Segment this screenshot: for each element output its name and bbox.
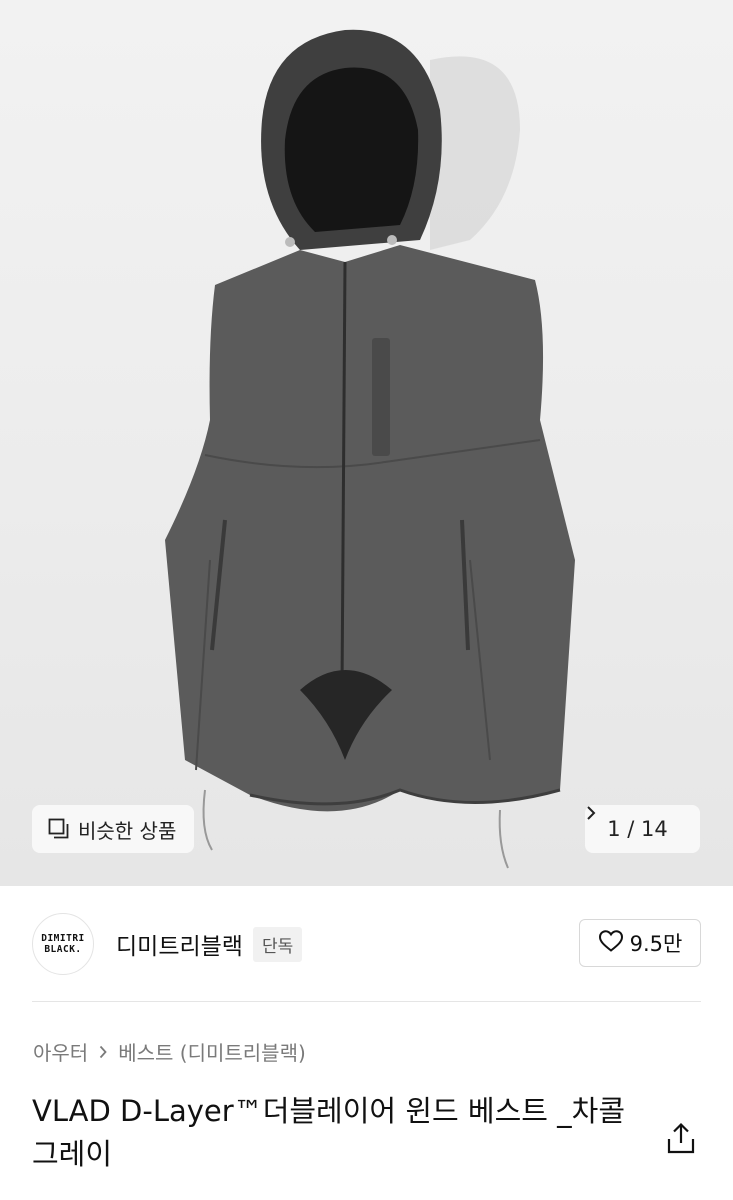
product-image-gallery[interactable]: 비슷한 상품 1 / 14 [0,0,733,886]
image-counter-button[interactable]: 1 / 14 [585,805,700,853]
breadcrumb-category[interactable]: 아우터 [33,1037,88,1066]
breadcrumb: 아우터 베스트 (디미트리블랙) [33,1037,306,1066]
current-page: 1 [607,817,621,841]
heart-outline-icon [598,929,624,958]
brand-name-link[interactable]: 디미트리블랙 [116,927,243,961]
brand-logo[interactable]: DIMITRI BLACK. [32,913,94,975]
divider [32,1001,701,1002]
similar-products-icon [48,818,70,840]
brand-row: DIMITRI BLACK. 디미트리블랙 단독 9.5만 [32,913,701,975]
product-title: VLAD D-Layer™더블레이어 윈드 베스트 _차콜 그레이 [32,1094,626,1171]
similar-products-button[interactable]: 비슷한 상품 [32,805,195,853]
image-counter-text: 1 / 14 [607,817,668,841]
brand-logo-line2: BLACK. [44,944,82,955]
similar-products-label: 비슷한 상품 [78,818,177,843]
total-pages: 14 [641,817,668,841]
chevron-right-icon [98,1040,108,1064]
brand-logo-line1: DIMITRI [41,933,85,944]
share-icon [665,1122,697,1160]
breadcrumb-subcategory[interactable]: 베스트 (디미트리블랙) [118,1037,306,1066]
share-button[interactable] [665,1122,697,1156]
page-separator: / [627,817,635,841]
product-image-vest [165,29,575,869]
exclusive-badge: 단독 [252,926,303,962]
like-count: 9.5만 [629,932,683,956]
like-button[interactable]: 9.5만 [579,919,701,967]
